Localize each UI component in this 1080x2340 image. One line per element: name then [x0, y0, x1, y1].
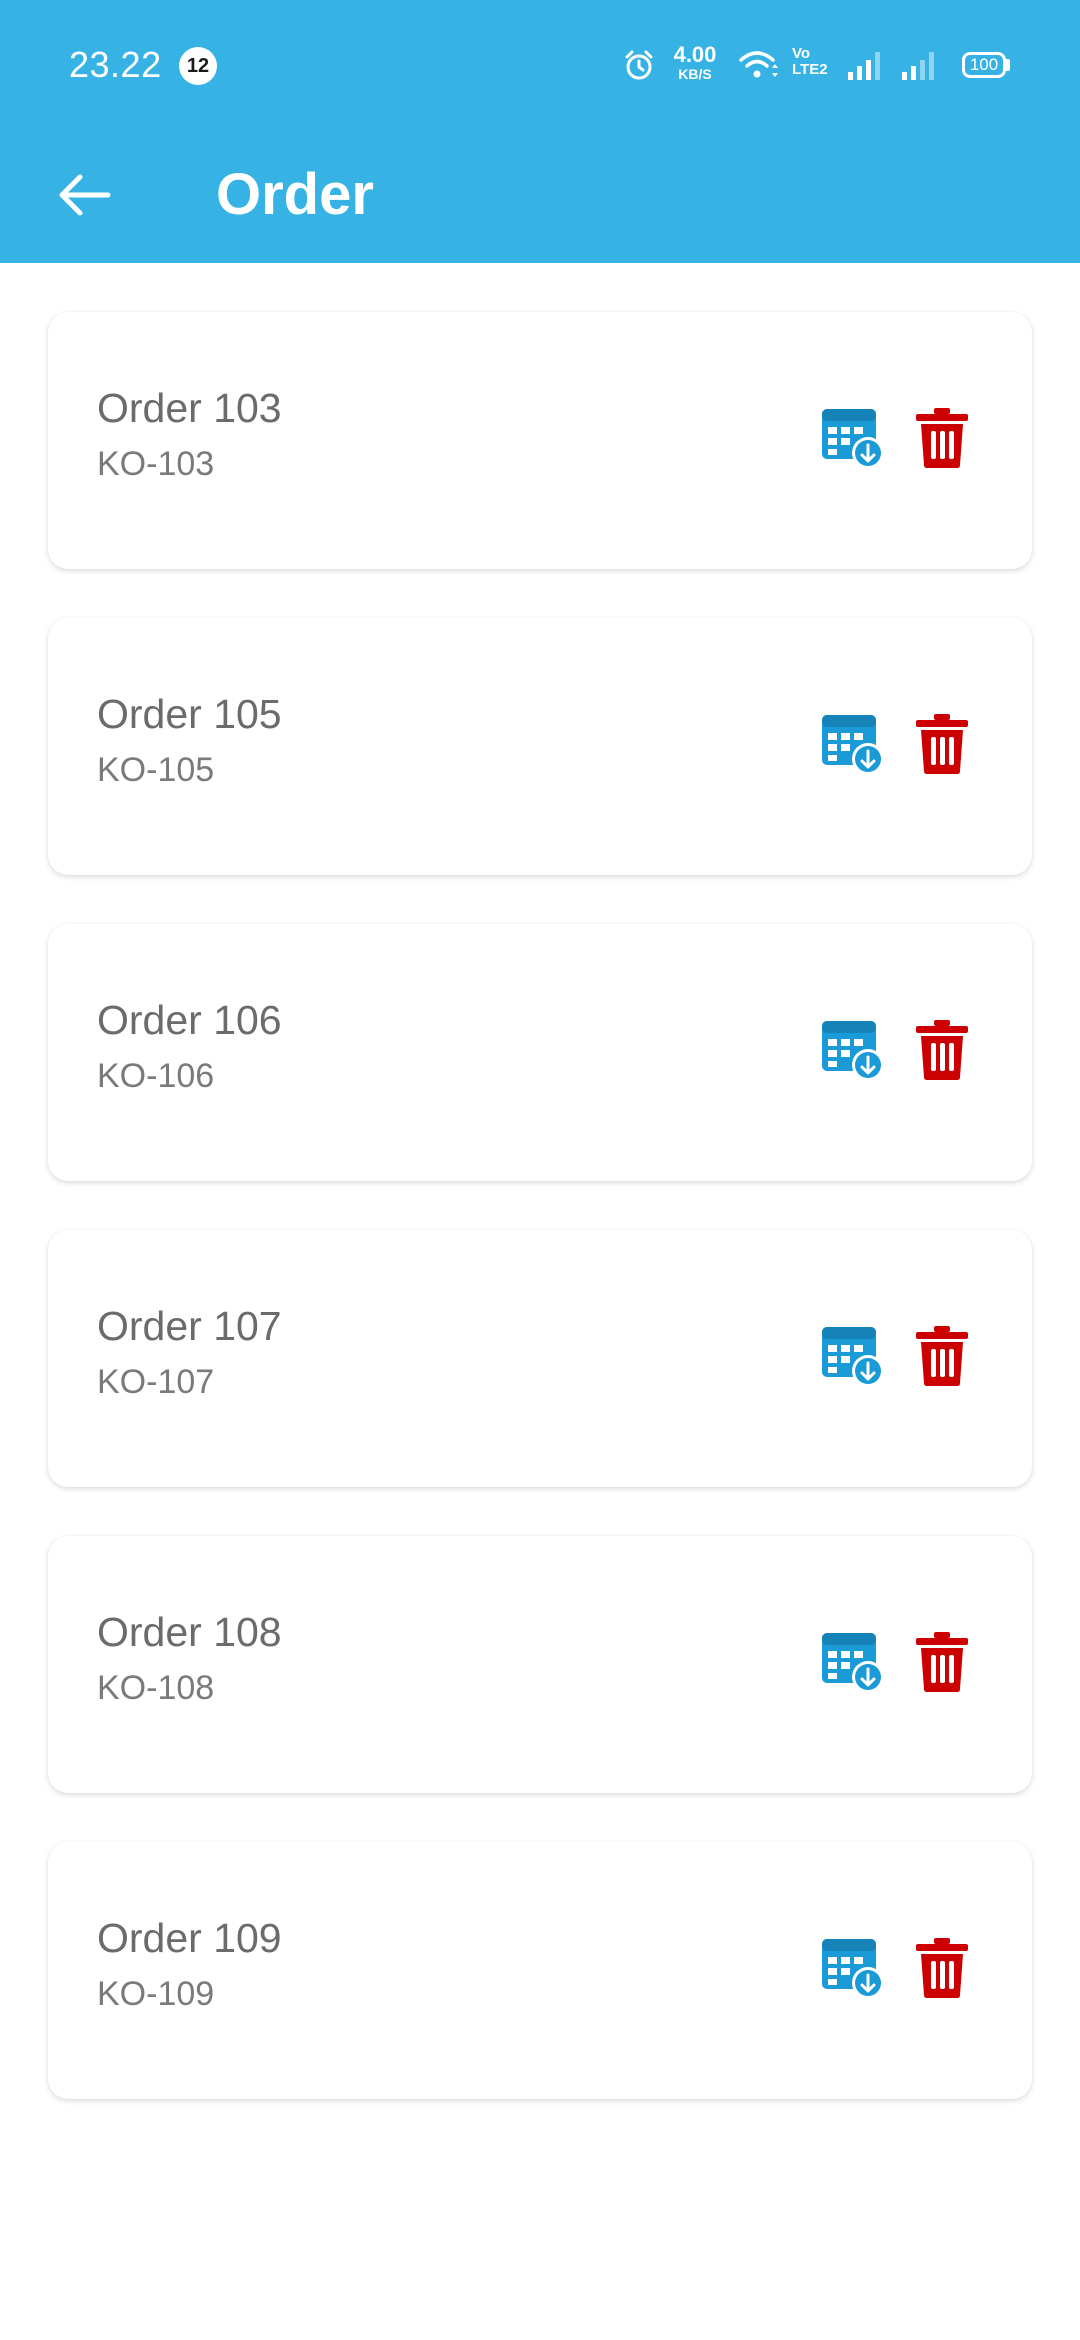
trash-icon — [914, 1937, 970, 2004]
wifi-icon — [738, 48, 780, 82]
download-button[interactable] — [820, 1629, 886, 1695]
lte-label: LTE2 — [792, 61, 828, 78]
net-speed-unit: KB/S — [678, 66, 712, 82]
top-bar: 23.22 12 4.00 KB/S Vo LTE2 100 Order — [0, 0, 1080, 263]
back-button[interactable] — [42, 153, 126, 237]
order-code: KO-103 — [97, 445, 215, 483]
order-code: KO-106 — [97, 1057, 215, 1095]
table-download-icon — [820, 1017, 886, 1088]
order-title: Order 105 — [97, 691, 282, 737]
order-code: KO-108 — [97, 1669, 215, 1707]
delete-button[interactable] — [914, 1631, 970, 1693]
delete-button[interactable] — [914, 1325, 970, 1387]
net-speed-value: 4.00 — [673, 42, 717, 67]
app-bar: Order — [0, 130, 1080, 263]
download-button[interactable] — [820, 1017, 886, 1083]
signal-icon — [846, 48, 886, 82]
delete-button[interactable] — [914, 713, 970, 775]
status-bar: 23.22 12 4.00 KB/S Vo LTE2 100 — [0, 0, 1080, 130]
table-download-icon — [820, 405, 886, 476]
order-card[interactable]: Order 107 KO-107 — [48, 1230, 1032, 1487]
order-card[interactable]: Order 103 KO-103 — [48, 312, 1032, 569]
order-code: KO-107 — [97, 1363, 215, 1401]
trash-icon — [914, 407, 970, 474]
status-time: 23.22 — [69, 44, 162, 85]
order-title: Order 108 — [97, 1609, 282, 1655]
download-button[interactable] — [820, 1935, 886, 2001]
download-button[interactable] — [820, 711, 886, 777]
volte-icon: Vo LTE2 — [792, 46, 828, 78]
arrow-left-icon — [56, 173, 112, 217]
trash-icon — [914, 1631, 970, 1698]
battery-level: 100 — [969, 55, 999, 74]
order-card[interactable]: Order 108 KO-108 — [48, 1536, 1032, 1793]
order-card[interactable]: Order 106 KO-106 — [48, 924, 1032, 1181]
download-button[interactable] — [820, 1323, 886, 1389]
order-title: Order 103 — [97, 385, 282, 431]
download-button[interactable] — [820, 405, 886, 471]
order-code: KO-105 — [97, 751, 215, 789]
signal-icon-2 — [900, 48, 940, 82]
table-download-icon — [820, 1629, 886, 1700]
volte-label: Vo — [792, 45, 811, 62]
trash-icon — [914, 713, 970, 780]
order-card[interactable]: Order 105 KO-105 — [48, 618, 1032, 875]
order-card[interactable]: Order 109 KO-109 — [48, 1842, 1032, 2099]
network-speed: 4.00 KB/S — [670, 42, 720, 82]
battery-tip — [1006, 59, 1010, 71]
battery-icon: 100 — [962, 52, 1006, 78]
page-title: Order — [216, 162, 374, 227]
alarm-icon — [622, 48, 656, 82]
delete-button[interactable] — [914, 1019, 970, 1081]
notification-count-badge: 12 — [179, 47, 217, 85]
table-download-icon — [820, 711, 886, 782]
table-download-icon — [820, 1323, 886, 1394]
order-title: Order 107 — [97, 1303, 282, 1349]
delete-button[interactable] — [914, 407, 970, 469]
order-title: Order 109 — [97, 1915, 282, 1961]
table-download-icon — [820, 1935, 886, 2006]
trash-icon — [914, 1019, 970, 1086]
delete-button[interactable] — [914, 1937, 970, 1999]
order-title: Order 106 — [97, 997, 282, 1043]
trash-icon — [914, 1325, 970, 1392]
order-code: KO-109 — [97, 1975, 215, 2013]
